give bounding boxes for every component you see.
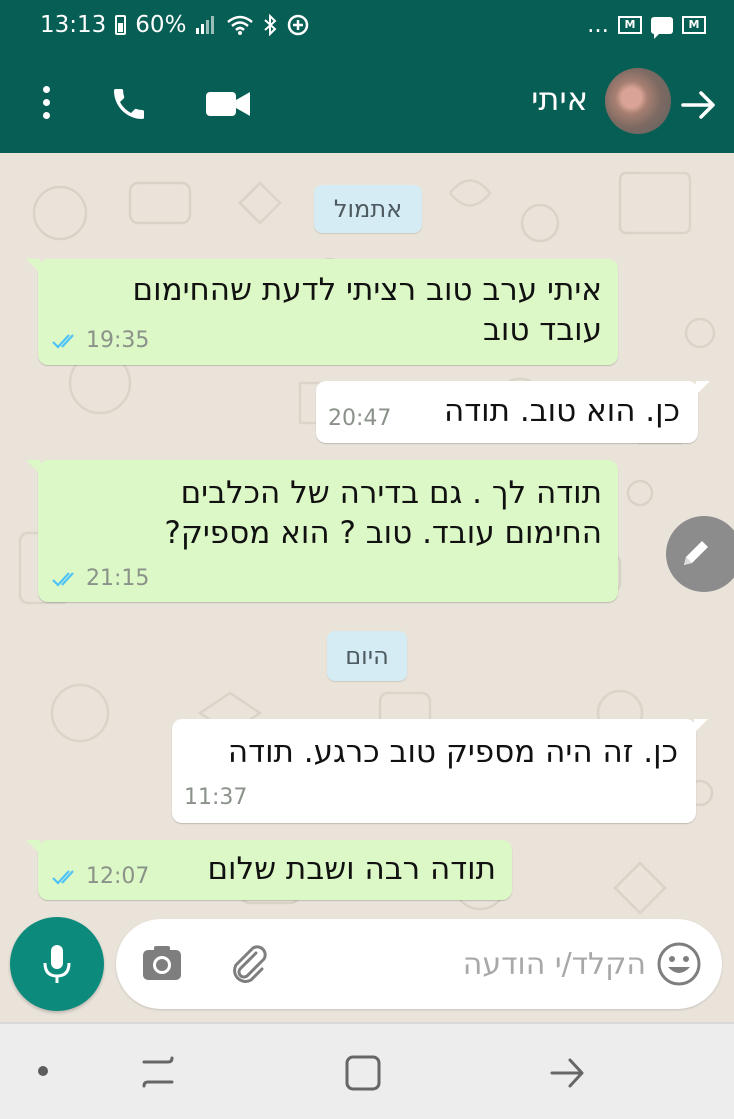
whatsapp-chat-screen: 13:13 60% ... M M איתי אתמול איתי ערב טו…: [0, 0, 734, 1119]
status-more: ...: [587, 12, 609, 38]
chat-notification-icon: [651, 16, 673, 39]
paperclip-icon: [233, 945, 267, 983]
message-time: 20:47: [328, 406, 392, 431]
chat-area[interactable]: אתמול איתי ערב טוב רציתי לדעת שהחימום עו…: [0, 153, 734, 1023]
signal-icon: [195, 16, 217, 34]
message-bubble-incoming[interactable]: כן. זה היה מספיק טוב כרגע. תודה 11:37: [172, 719, 708, 823]
home-icon[interactable]: [344, 1054, 382, 1092]
back-button[interactable]: [676, 82, 722, 128]
battery-percent: 60%: [135, 12, 187, 38]
message-bubble-outgoing[interactable]: תודה לך . גם בדירה של הכלבים החימום עובד…: [26, 460, 618, 602]
message-meta: 12:07: [52, 864, 149, 889]
avatar[interactable]: [605, 68, 671, 134]
attach-button[interactable]: [226, 941, 272, 987]
message-time: 21:15: [86, 566, 150, 591]
message-bubble-outgoing[interactable]: תודה רבה ושבת שלום 12:07: [26, 840, 512, 900]
status-right: ... M M: [587, 12, 706, 39]
camera-icon: [143, 946, 181, 980]
message-text: כן. הוא טוב. תודה: [444, 393, 680, 429]
status-bar: 13:13 60% ... M M: [0, 0, 734, 50]
message-bubble-outgoing[interactable]: איתי ערב טוב רציתי לדעת שהחימום עובד טוב…: [26, 259, 618, 365]
message-text: תודה רבה ושבת שלום: [207, 851, 496, 887]
message-text: תודה לך . גם בדירה של הכלבים: [180, 475, 602, 511]
message-input[interactable]: [286, 919, 646, 1009]
system-nav-bar: [0, 1022, 734, 1119]
double-check-icon: [52, 869, 74, 885]
message-meta: 21:15: [52, 566, 149, 591]
edit-fab[interactable]: [666, 516, 734, 592]
message-text: החימום עובד. טוב ? הוא מספיק?: [164, 515, 602, 551]
wifi-icon: [226, 14, 254, 36]
pencil-icon: [684, 541, 708, 565]
phone-icon: [114, 89, 144, 119]
message-input-box[interactable]: [116, 919, 722, 1009]
date-separator: היום: [327, 631, 407, 681]
camera-button[interactable]: [142, 945, 182, 981]
emoji-button[interactable]: [656, 941, 702, 987]
status-left: 13:13 60%: [40, 12, 310, 38]
chat-header: איתי: [0, 50, 734, 153]
video-call-button[interactable]: [200, 82, 256, 126]
message-meta: 20:47: [328, 406, 391, 431]
mail-icon: M: [618, 16, 642, 34]
mic-button[interactable]: [10, 917, 104, 1011]
message-text: עובד טוב: [482, 312, 602, 348]
mic-icon: [43, 945, 71, 983]
message-meta: 19:35: [52, 328, 149, 353]
message-time: 19:35: [86, 328, 150, 353]
emoji-icon: [657, 942, 701, 986]
message-time: 11:37: [184, 785, 248, 810]
message-text: כן. זה היה מספיק טוב כרגע. תודה: [227, 734, 678, 770]
date-separator: אתמול: [314, 185, 422, 233]
menu-dots-icon[interactable]: [26, 80, 66, 124]
back-arrow-icon: [681, 91, 715, 119]
message-bubble-incoming[interactable]: כן. הוא טוב. תודה 20:47: [316, 381, 710, 443]
message-meta: 11:37: [184, 785, 247, 810]
voice-call-button[interactable]: [104, 80, 154, 128]
double-check-icon: [52, 333, 74, 349]
video-camera-icon: [206, 92, 250, 116]
message-time: 12:07: [86, 864, 150, 889]
battery-icon: [115, 15, 127, 35]
bluetooth-icon: [263, 14, 277, 36]
status-time: 13:13: [40, 12, 107, 38]
contact-name[interactable]: איתי: [531, 80, 588, 118]
data-saver-icon: [286, 13, 310, 37]
message-text: איתי ערב טוב רציתי לדעת שהחימום: [132, 272, 602, 308]
composer: [0, 902, 734, 1024]
recent-apps-icon[interactable]: [138, 1054, 178, 1090]
nav-dot[interactable]: [38, 1066, 48, 1076]
mail-icon: M: [682, 16, 706, 34]
system-back-icon[interactable]: [548, 1054, 586, 1092]
double-check-icon: [52, 571, 74, 587]
